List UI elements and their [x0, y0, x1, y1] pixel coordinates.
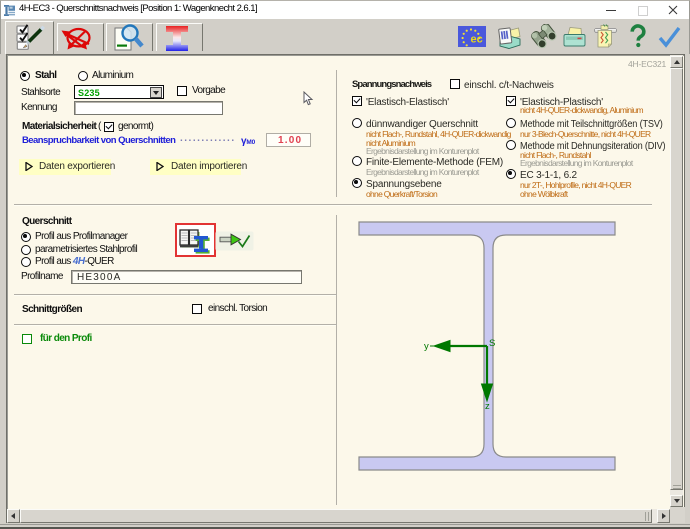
svg-text:y: y	[424, 341, 429, 352]
svg-text:ec: ec	[471, 34, 483, 46]
svg-text:S: S	[489, 338, 495, 349]
svg-text:z: z	[485, 401, 490, 412]
